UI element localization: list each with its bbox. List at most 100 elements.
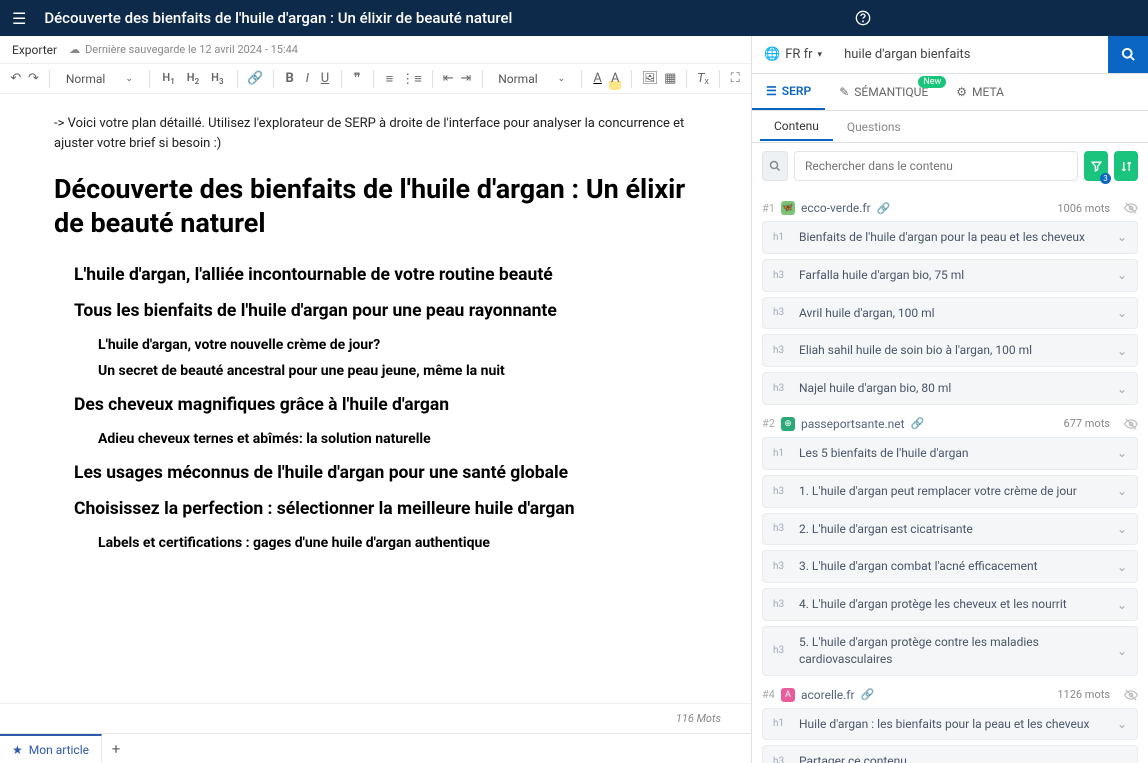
tab-meta[interactable]: ⚙ META: [942, 74, 1018, 110]
heading-text: 5. L'huile d'argan protège contre les ma…: [799, 634, 1117, 668]
subtab-content[interactable]: Contenu: [760, 113, 833, 141]
heading-row[interactable]: h3Partager ce contenu⌄: [762, 745, 1138, 763]
result-group: #2⊕passeportsante.net🔗677 mots h1Les 5 bi…: [762, 417, 1138, 676]
heading-tag: h3: [773, 523, 789, 534]
h2-button[interactable]: H2: [184, 71, 202, 86]
heading-tag: h3: [773, 561, 789, 572]
heading-text: Avril huile d'argan, 100 ml: [799, 305, 1117, 322]
chevron-down-icon: ⌄: [1117, 522, 1127, 536]
h3-button[interactable]: H3: [208, 71, 226, 86]
quote-icon[interactable]: ❞: [351, 68, 363, 90]
heading-text: Partager ce contenu: [799, 753, 1117, 763]
hide-icon[interactable]: [1124, 688, 1138, 702]
bold-button[interactable]: B: [284, 68, 296, 90]
text-color-icon[interactable]: A: [592, 68, 604, 90]
star-icon: ★: [12, 743, 23, 757]
heading-row[interactable]: h33. L'huile d'argan combat l'acné effic…: [762, 550, 1138, 583]
heading-tag: h3: [773, 486, 789, 497]
subtab-questions[interactable]: Questions: [833, 114, 915, 140]
doc-h2: L'huile d'argan, l'alliée incontournable…: [74, 265, 721, 285]
result-header[interactable]: #4Aacorelle.fr🔗1126 mots: [762, 688, 1138, 702]
hide-icon[interactable]: [1124, 417, 1138, 431]
export-button[interactable]: Exporter: [12, 43, 57, 57]
page-title: Découverte des bienfaits de l'huile d'ar…: [44, 9, 590, 27]
fullscreen-icon[interactable]: ⛶: [729, 68, 741, 90]
heading-tag: h3: [773, 383, 789, 394]
doc-h2: Choisissez la perfection : sélectionner …: [74, 499, 721, 519]
external-link-icon[interactable]: 🔗: [877, 202, 891, 215]
tab-serp[interactable]: ☰ SERP: [752, 74, 825, 110]
indent-right-icon[interactable]: ⇥: [460, 68, 472, 90]
editor-content[interactable]: -> Voici votre plan détaillé. Utilisez l…: [0, 94, 751, 703]
heading-tag: h3: [773, 270, 789, 281]
heading-tag: h1: [773, 448, 789, 459]
heading-text: Najel huile d'argan bio, 80 ml: [799, 380, 1117, 397]
doc-h1: Découverte des bienfaits de l'huile d'ar…: [54, 173, 694, 241]
chevron-down-icon: ⌄: [1117, 755, 1127, 763]
unordered-list-icon[interactable]: ⋮≡: [401, 68, 422, 90]
doc-h3: Adieu cheveux ternes et abîmés: la solut…: [98, 431, 721, 447]
serp-query-input[interactable]: [834, 36, 1108, 73]
heading-row[interactable]: h1 Bienfaits de l'huile d'argan pour la p…: [762, 221, 1138, 254]
external-link-icon[interactable]: 🔗: [911, 417, 925, 430]
heading-row[interactable]: h1Les 5 bienfaits de l'huile d'argan⌄: [762, 437, 1138, 470]
search-button[interactable]: [1108, 36, 1148, 73]
undo-icon[interactable]: ↶: [10, 68, 22, 90]
chevron-down-icon: ⌄: [125, 74, 133, 84]
result-header[interactable]: #2⊕passeportsante.net🔗677 mots: [762, 417, 1138, 431]
filter-count-badge: 3: [1100, 173, 1111, 184]
doc-h2: Tous les bienfaits de l'huile d'argan po…: [74, 301, 721, 321]
chevron-down-icon: ⌄: [1117, 717, 1127, 731]
hide-icon[interactable]: [1124, 201, 1138, 215]
italic-button[interactable]: I: [301, 68, 313, 90]
heading-row[interactable]: h35. L'huile d'argan protège contre les …: [762, 626, 1138, 676]
result-header[interactable]: #1🦋ecco-verde.fr🔗1006 mots: [762, 201, 1138, 215]
editor-panel: Exporter ☁ Dernière sauvegarde le 12 avr…: [0, 36, 752, 763]
font-style-select[interactable]: Normal ⌄: [492, 72, 571, 86]
image-icon[interactable]: 🖼: [642, 68, 659, 90]
help-icon[interactable]: [855, 10, 871, 26]
word-count: 1126 mots: [1057, 688, 1110, 701]
content-filter-input[interactable]: [794, 151, 1078, 181]
locale-selector[interactable]: 🌐 FR fr ▾: [752, 47, 834, 62]
heading-text: 4. L'huile d'argan protège les cheveux e…: [799, 596, 1117, 613]
doc-h3: Labels et certifications : gages d'une h…: [98, 535, 721, 551]
doc-h2: Des cheveux magnifiques grâce à l'huile …: [74, 395, 721, 415]
heading-tag: h1: [773, 232, 789, 243]
indent-left-icon[interactable]: ⇤: [442, 68, 454, 90]
link-icon[interactable]: 🔗: [247, 68, 263, 90]
heading-row[interactable]: h1Huile d'argan : les bienfaits pour la …: [762, 708, 1138, 741]
heading-text: Bienfaits de l'huile d'argan pour la pea…: [799, 229, 1117, 246]
filter-button[interactable]: 3: [1084, 151, 1108, 181]
tab-article[interactable]: ★ Mon article: [0, 734, 102, 763]
chevron-down-icon: ⌄: [1117, 306, 1127, 320]
heading-text: Farfalla huile d'argan bio, 75 ml: [799, 267, 1117, 284]
heading-row[interactable]: h3Farfalla huile d'argan bio, 75 ml⌄: [762, 259, 1138, 292]
heading-row[interactable]: h34. L'huile d'argan protège les cheveux…: [762, 588, 1138, 621]
heading-row[interactable]: h32. L'huile d'argan est cicatrisante⌄: [762, 513, 1138, 546]
add-tab-button[interactable]: +: [102, 740, 130, 758]
heading-row[interactable]: h3 1. L'huile d'argan peut remplacer votr…: [762, 475, 1138, 508]
ordered-list-icon[interactable]: ≡: [384, 68, 396, 90]
paragraph-style-select[interactable]: Normal ⌄: [60, 72, 139, 86]
heading-row[interactable]: h3Avril huile d'argan, 100 ml⌄: [762, 297, 1138, 330]
heading-text: 1. L'huile d'argan peut remplacer votre …: [799, 483, 1117, 500]
intro-text: -> Voici votre plan détaillé. Utilisez l…: [54, 114, 694, 153]
save-status: ☁ Dernière sauvegarde le 12 avril 2024 -…: [69, 43, 298, 56]
table-icon[interactable]: ▦: [664, 68, 676, 90]
tab-semantic[interactable]: ✎ SÉMANTIQUE New: [825, 74, 942, 110]
highlight-icon[interactable]: A: [609, 68, 621, 90]
heading-row[interactable]: h3Eliah sahil huile de soin bio à l'arga…: [762, 334, 1138, 367]
menu-icon[interactable]: ☰: [12, 9, 26, 28]
clear-format-icon[interactable]: Tₓ: [697, 68, 709, 90]
underline-button[interactable]: U: [319, 68, 331, 90]
chevron-down-icon: ⌄: [1117, 484, 1127, 498]
heading-row[interactable]: h3Najel huile d'argan bio, 80 ml⌄: [762, 372, 1138, 405]
h1-button[interactable]: H1: [159, 71, 177, 86]
cloud-icon: ☁: [69, 43, 80, 56]
external-link-icon[interactable]: 🔗: [861, 688, 875, 701]
favicon: A: [781, 688, 795, 702]
gear-icon: ⚙: [956, 85, 967, 99]
sort-button[interactable]: [1114, 151, 1138, 181]
redo-icon[interactable]: ↷: [28, 68, 40, 90]
